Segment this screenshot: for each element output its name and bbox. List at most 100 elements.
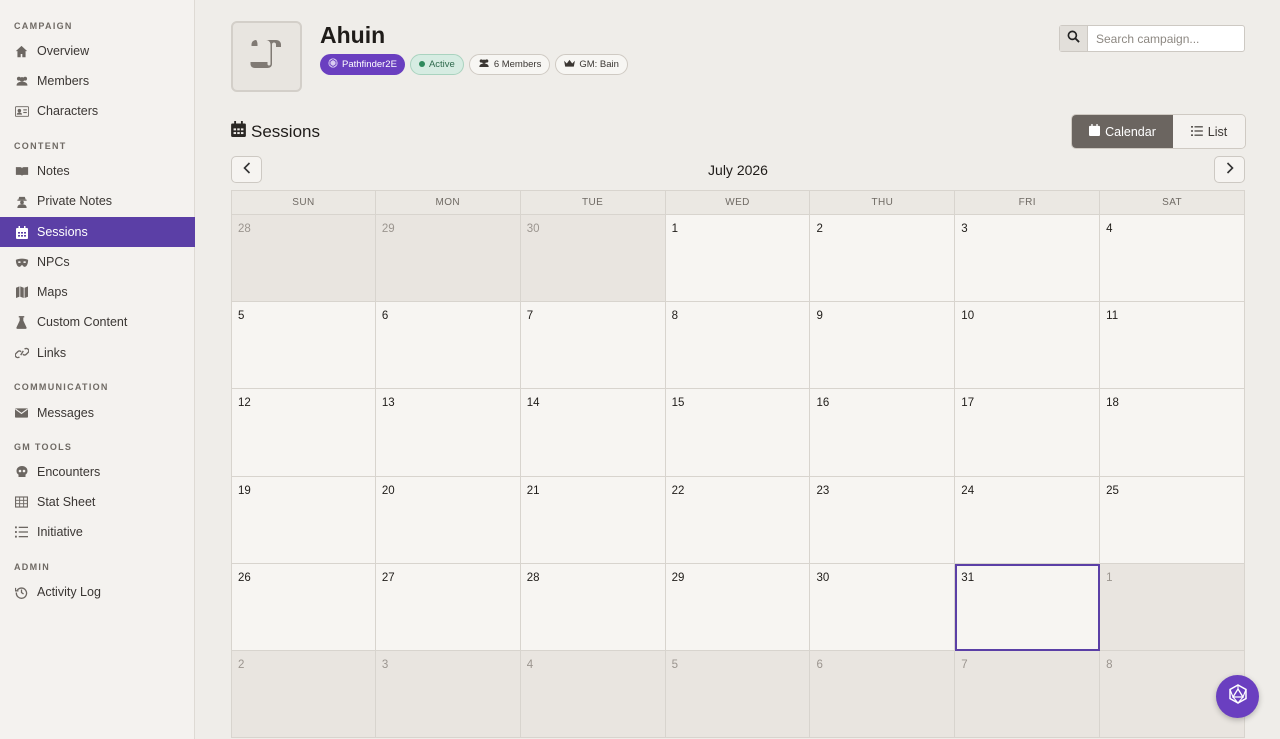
sessions-title: Sessions (251, 121, 320, 141)
calendar-day-cell[interactable]: 14 (520, 389, 666, 477)
list-icon (1190, 125, 1203, 139)
weekday-header-row: SUN MON TUE WED THU FRI SAT (231, 190, 1246, 215)
calendar-day-cell[interactable]: 21 (520, 476, 666, 564)
calendar-day-cell[interactable]: 25 (1100, 476, 1246, 564)
sidebar-item-messages[interactable]: Messages (0, 398, 195, 428)
calendar-day-cell[interactable]: 1 (665, 215, 811, 303)
calendar-day-cell[interactable]: 5 (665, 650, 811, 739)
status-badge-label: Active (428, 59, 455, 70)
sidebar-item-initiative[interactable]: Initiative (0, 517, 195, 547)
sidebar-item-npcs[interactable]: NPCs (0, 247, 195, 277)
calendar-day-cell[interactable]: 16 (810, 389, 956, 477)
calendar-day-cell[interactable]: 28 (231, 215, 376, 303)
calendar-day-cell[interactable]: 12 (231, 389, 376, 477)
calendar-day-cell[interactable]: 7 (955, 650, 1101, 739)
status-badge: Active (409, 54, 464, 75)
sidebar-item-encounters[interactable]: Encounters (0, 457, 195, 487)
calendar-view-label: Calendar (1105, 124, 1156, 139)
calendar-day-cell[interactable]: 20 (375, 476, 521, 564)
calendar-week-row: 28 29 30 1 2 3 4 (231, 215, 1246, 303)
calendar-day-cell[interactable]: 29 (665, 563, 811, 651)
sidebar-item-label: Messages (37, 406, 94, 420)
users-icon (14, 74, 29, 89)
calendar-day-cell[interactable]: 4 (1100, 215, 1246, 303)
calendar-day-cell[interactable]: 1 (1100, 563, 1246, 651)
calendar-day-cell-today[interactable]: 31 (955, 563, 1101, 651)
calendar-day-cell[interactable]: 17 (955, 389, 1101, 477)
sidebar-item-label: Notes (37, 164, 70, 178)
calendar-day-cell[interactable]: 27 (375, 563, 521, 651)
calendar-day-cell[interactable]: 30 (810, 563, 956, 651)
calendar-day-cell[interactable]: 3 (955, 215, 1101, 303)
sidebar-item-label: Activity Log (37, 585, 101, 599)
calendar-icon (1089, 124, 1101, 139)
skull-icon (14, 465, 29, 480)
chevron-left-icon (242, 161, 251, 179)
envelope-icon (14, 406, 29, 421)
calendar-day-cell[interactable]: 18 (1100, 389, 1246, 477)
calendar-day-cell[interactable]: 28 (520, 563, 666, 651)
calendar-day-cell[interactable]: 2 (810, 215, 956, 303)
calendar-day-cell[interactable]: 26 (231, 563, 376, 651)
calendar-day-cell[interactable]: 15 (665, 389, 811, 477)
sidebar-item-overview[interactable]: Overview (0, 36, 195, 66)
prev-month-button[interactable] (231, 156, 262, 183)
sidebar-item-maps[interactable]: Maps (0, 277, 195, 307)
sidebar-section-communication: COMMUNICATION (14, 382, 109, 392)
d20-icon (1228, 684, 1248, 709)
table-icon (14, 495, 29, 510)
sidebar-item-members[interactable]: Members (0, 66, 195, 96)
sidebar-item-activity-log[interactable]: Activity Log (0, 577, 195, 607)
calendar-day-cell[interactable]: 11 (1100, 302, 1246, 390)
sidebar-item-label: Members (37, 74, 90, 88)
sidebar-item-notes[interactable]: Notes (0, 156, 195, 186)
sidebar-item-links[interactable]: Links (0, 338, 195, 368)
calendar-day-cell[interactable]: 29 (375, 215, 521, 303)
campaign-title: Ahuin (320, 22, 386, 48)
calendar-day-cell[interactable]: 24 (955, 476, 1101, 564)
calendar-day-cell[interactable]: 8 (665, 302, 811, 390)
list-view-button[interactable]: List (1173, 115, 1245, 148)
calendar-icon (14, 225, 29, 240)
sidebar-section-gm-tools: GM TOOLS (14, 442, 73, 452)
calendar-day-cell[interactable]: 5 (231, 302, 376, 390)
calendar-week-row: 5 6 7 8 9 10 11 (231, 302, 1246, 390)
users-icon (478, 58, 490, 71)
calendar-day-cell[interactable]: 3 (375, 650, 521, 739)
calendar-day-cell[interactable]: 23 (810, 476, 956, 564)
calendar-day-cell[interactable]: 19 (231, 476, 376, 564)
search-icon (1067, 30, 1080, 48)
weekday-header: WED (665, 190, 811, 215)
sidebar-section-campaign: CAMPAIGN (14, 21, 73, 31)
sidebar-item-label: Links (37, 346, 67, 360)
calendar-day-cell[interactable]: 10 (955, 302, 1101, 390)
campaign-badges: Pathfinder2E Active 6 Members GM: Bain (320, 54, 628, 75)
calendar-day-cell[interactable]: 2 (231, 650, 376, 739)
calendar-day-cell[interactable]: 22 (665, 476, 811, 564)
calendar-day-cell[interactable]: 7 (520, 302, 666, 390)
sidebar-item-label: Stat Sheet (37, 495, 96, 509)
sidebar-section-content: CONTENT (14, 141, 67, 151)
sidebar-item-characters[interactable]: Characters (0, 96, 195, 126)
sidebar-item-sessions[interactable]: Sessions (0, 217, 195, 247)
calendar-day-cell[interactable]: 6 (810, 650, 956, 739)
flask-icon (14, 315, 29, 330)
members-badge-label: 6 Members (493, 59, 542, 70)
sidebar-item-custom-content[interactable]: Custom Content (0, 307, 195, 337)
sidebar-item-stat-sheet[interactable]: Stat Sheet (0, 487, 195, 517)
search-input[interactable]: Search campaign... (1088, 26, 1244, 51)
sidebar-item-label: Custom Content (37, 315, 128, 329)
search-button[interactable] (1060, 26, 1088, 51)
calendar-day-cell[interactable]: 4 (520, 650, 666, 739)
dice-roller-button[interactable] (1216, 675, 1259, 718)
month-label: July 2026 (708, 162, 768, 178)
calendar-view-button[interactable]: Calendar (1072, 115, 1173, 148)
link-icon (14, 346, 29, 361)
calendar-day-cell[interactable]: 30 (520, 215, 666, 303)
calendar-day-cell[interactable]: 13 (375, 389, 521, 477)
next-month-button[interactable] (1214, 156, 1245, 183)
calendar-day-cell[interactable]: 9 (810, 302, 956, 390)
sidebar-item-private-notes[interactable]: Private Notes (0, 186, 195, 216)
calendar-day-cell[interactable]: 6 (375, 302, 521, 390)
sidebar-item-label: Maps (37, 285, 68, 299)
